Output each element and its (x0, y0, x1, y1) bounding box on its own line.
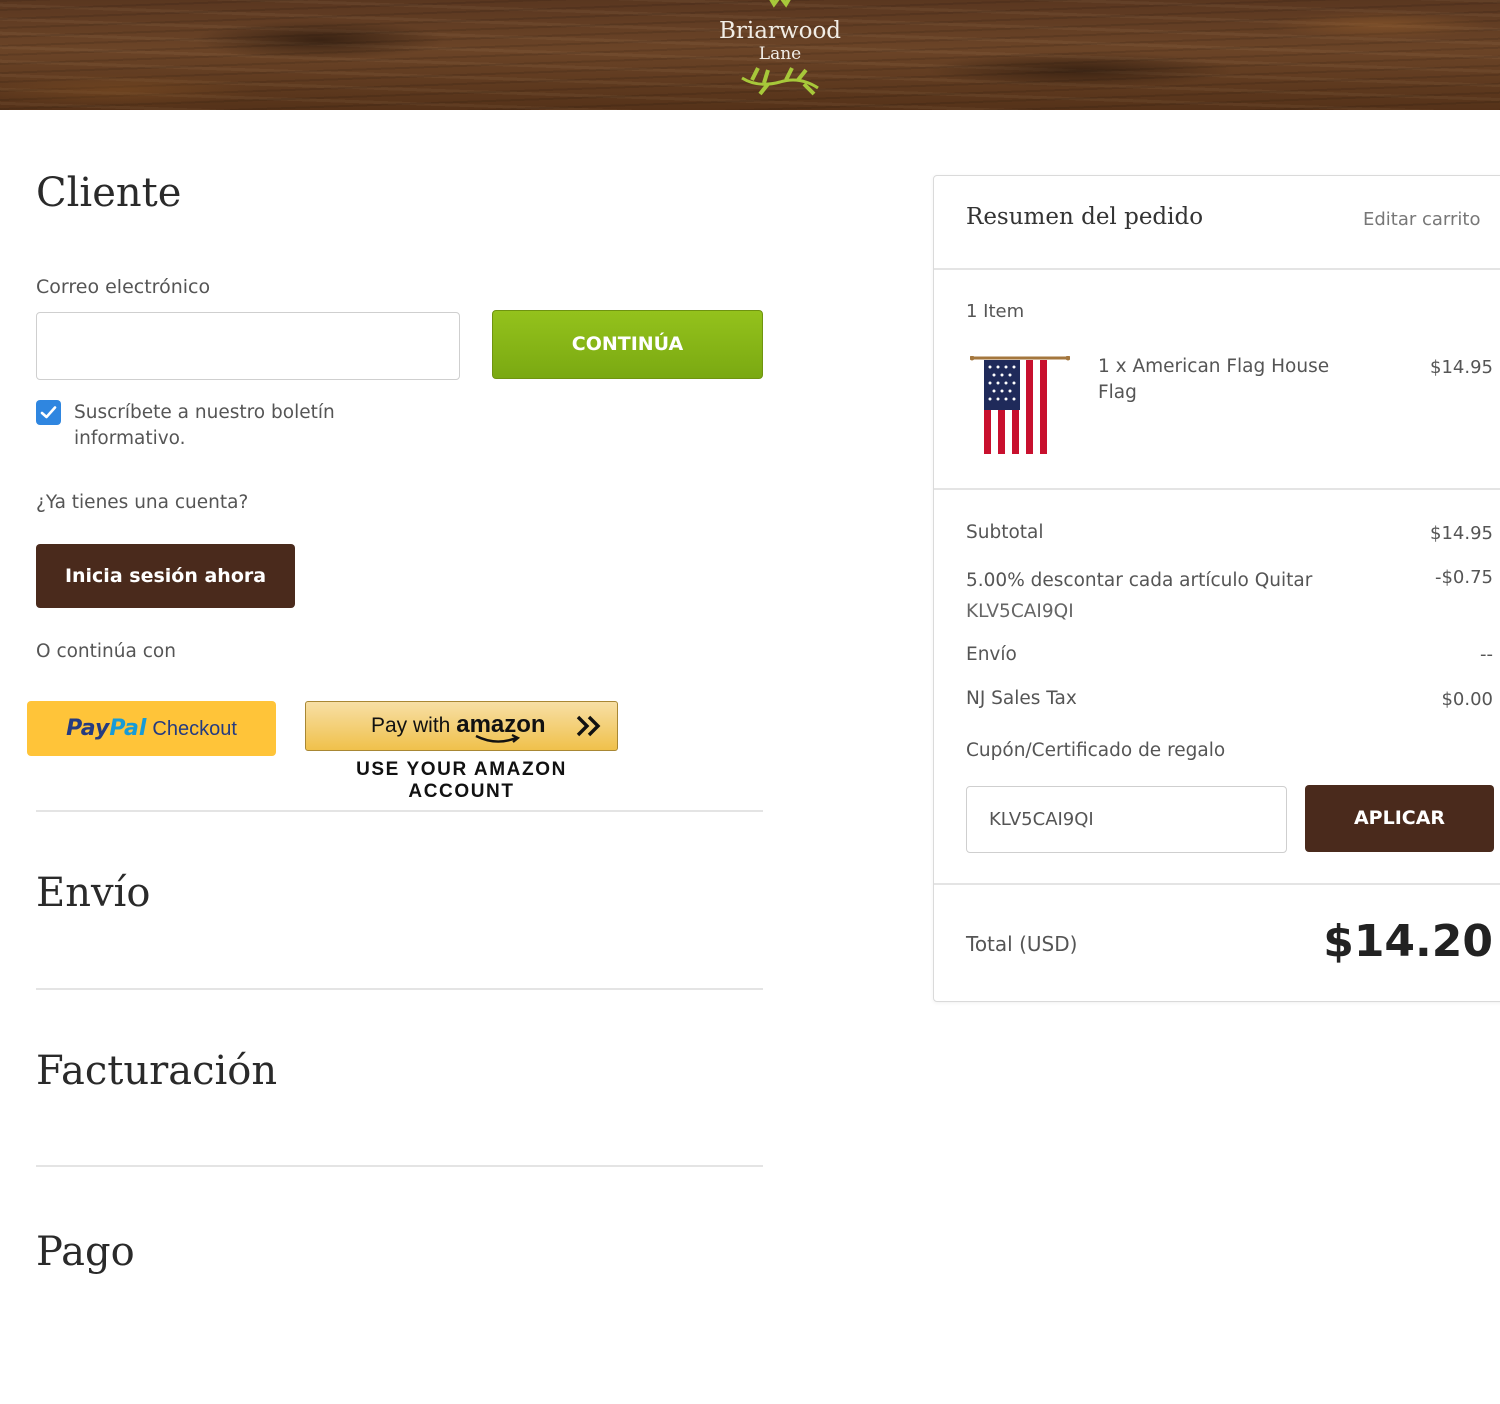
amazon-smile-icon (475, 734, 521, 743)
divider (934, 883, 1500, 885)
double-chevron-icon (576, 715, 601, 737)
divider (934, 268, 1500, 270)
divider (36, 810, 763, 812)
item-name: 1 x American Flag House Flag (1098, 356, 1330, 403)
paypal-logo-pal: Pal (109, 716, 147, 741)
discount-code: KLV5CAI9QI (966, 601, 1074, 622)
payment-title[interactable]: Pago (36, 1229, 135, 1275)
discount-label: 5.00% descontar cada artículo Quitar (966, 570, 1313, 591)
apply-coupon-button[interactable]: APLICAR (1305, 785, 1494, 852)
shipping-label: Envío (966, 644, 1017, 665)
amazon-pay-with: Pay with (371, 714, 451, 737)
coupon-field[interactable] (966, 786, 1287, 853)
discount-line: 5.00% descontar cada artículo Quitar KLV… (966, 565, 1366, 627)
item-count: 1 Item (966, 301, 1025, 322)
total-value: $14.20 (1323, 916, 1493, 967)
tax-label: NJ Sales Tax (966, 688, 1077, 709)
brand-logo[interactable]: Briarwood Lane (700, 0, 860, 100)
billing-title[interactable]: Facturación (36, 1048, 277, 1094)
discount-value: -$0.75 (1434, 567, 1493, 588)
shipping-value: -- (1480, 644, 1493, 665)
login-button[interactable]: Inicia sesión ahora (36, 544, 295, 608)
subtotal-label: Subtotal (966, 522, 1044, 543)
leaf-branch-icon (741, 67, 819, 96)
american-flag-icon (970, 356, 1070, 454)
edit-cart-link[interactable]: Editar carrito (1363, 209, 1481, 230)
item-price: $14.95 (1430, 357, 1493, 378)
amazon-caption: USE YOUR AMAZON ACCOUNT (356, 759, 567, 802)
total-label: Total (USD) (966, 932, 1078, 956)
leaf-top-icon (769, 0, 791, 8)
customer-title: Cliente (36, 170, 182, 216)
amazon-pay-button[interactable]: Pay with amazon (305, 701, 618, 751)
paypal-checkout-label: Checkout (152, 718, 237, 740)
continue-button[interactable]: CONTINÚA (492, 310, 763, 379)
divider (934, 488, 1500, 490)
tax-value: $0.00 (1441, 689, 1493, 710)
divider (36, 988, 763, 990)
coupon-label[interactable]: Cupón/Certificado de regalo (966, 740, 1225, 761)
or-continue-text: O continúa con (36, 641, 176, 662)
newsletter-label[interactable]: Suscríbete a nuestro boletín informativo… (74, 400, 394, 452)
shipping-title[interactable]: Envío (36, 870, 150, 916)
paypal-logo-pay: Pay (66, 716, 110, 741)
order-summary: Resumen del pedido Editar carrito 1 Item… (933, 175, 1500, 1002)
brand-name: Briarwood (718, 18, 842, 44)
email-label: Correo electrónico (36, 276, 211, 298)
brand-sub: Lane (758, 44, 802, 64)
newsletter-checkbox[interactable] (36, 400, 61, 425)
have-account-text: ¿Ya tienes una cuenta? (36, 492, 249, 513)
paypal-checkout-button[interactable]: PayPal Checkout (27, 701, 276, 756)
checkmark-icon (40, 406, 57, 419)
site-header: Briarwood Lane (0, 0, 1500, 110)
summary-title: Resumen del pedido (966, 204, 1204, 230)
subtotal-value: $14.95 (1430, 523, 1493, 544)
divider (36, 1165, 763, 1167)
email-field[interactable] (36, 312, 460, 380)
